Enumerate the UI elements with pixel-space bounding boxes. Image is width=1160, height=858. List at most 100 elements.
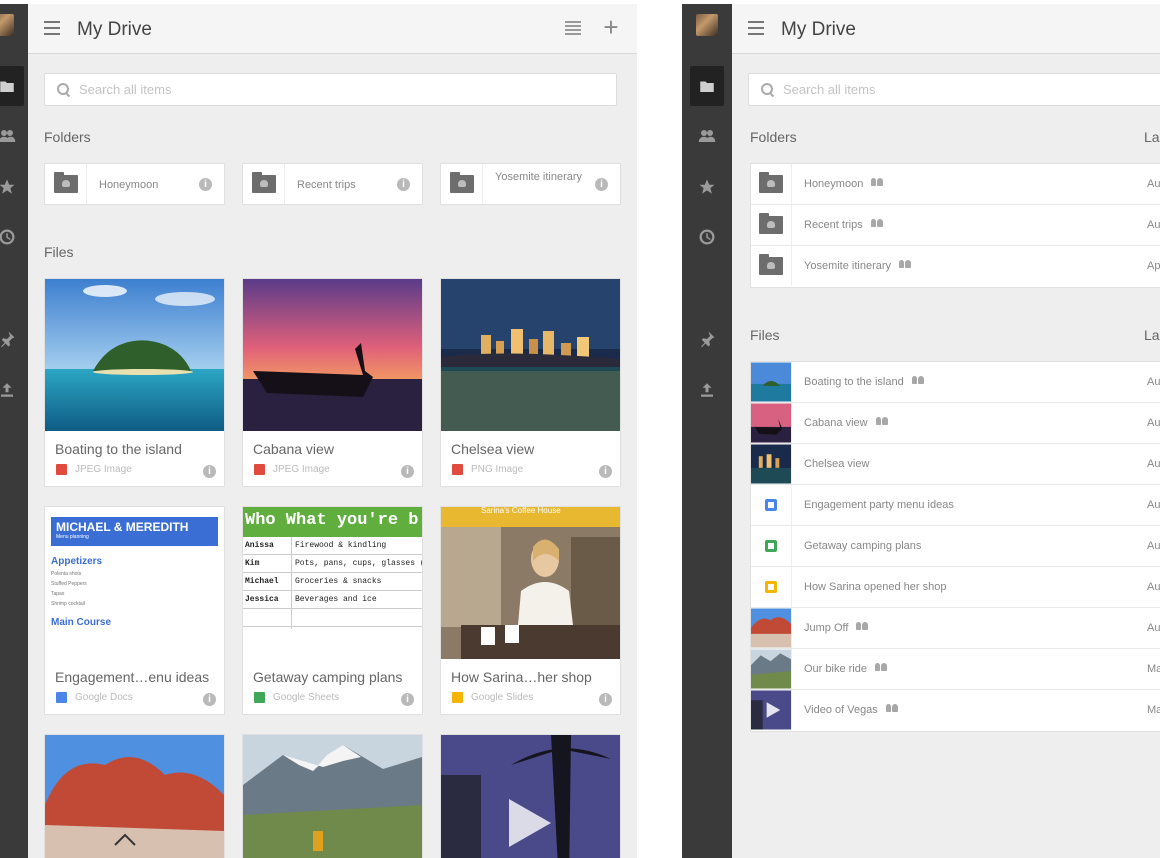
file-card[interactable]: MICHAEL & MEREDITH Menu planning Appetize… [44,506,225,715]
shared-icon [875,417,889,425]
upload-icon[interactable] [0,370,24,410]
search-box[interactable] [44,73,617,106]
menu-icon[interactable] [748,21,764,35]
main-content: My Drive Folders La Honeymoon Au Recent … [732,4,1160,858]
add-new-icon[interactable]: + [599,14,623,40]
shared-with-me-icon[interactable] [0,116,24,156]
search-input[interactable] [783,74,1160,105]
file-thumbnail [751,362,792,402]
sheet-thumb-header: Who What you're b [243,507,422,537]
file-row[interactable]: Getaway camping plans Au [751,526,1160,567]
menu-icon[interactable] [44,21,60,35]
info-icon[interactable]: i [203,465,216,478]
folder-tile[interactable]: Yosemite itinerary i [440,163,621,205]
file-date: Ma [1147,663,1160,675]
drive-list-screen: My Drive Folders La Honeymoon Au Recent … [682,4,1160,858]
file-name: Cabana view [804,417,868,429]
starred-icon[interactable] [690,167,724,207]
folder-tile[interactable]: Recent trips i [242,163,423,205]
file-row[interactable]: How Sarina opened her shop Au [751,567,1160,608]
folder-row[interactable]: Recent trips Au [751,205,1160,246]
folder-icon [751,205,792,245]
my-drive-nav-icon[interactable] [0,66,24,106]
file-row[interactable]: Jump Off Au [751,608,1160,649]
file-date: Au [1147,417,1160,429]
file-row[interactable]: Boating to the island Au [751,362,1160,403]
file-name: Getaway camping plans [804,540,922,552]
file-type: Google Slides [471,692,534,703]
image-type-icon [452,464,463,475]
file-card[interactable]: Boating to the island JPEG Image i [44,278,225,487]
file-name: Engagement party menu ideas [804,499,954,511]
starred-icon[interactable] [0,167,24,207]
file-row[interactable]: Engagement party menu ideas Au [751,485,1160,526]
shared-icon [874,663,888,671]
last-modified-column-header[interactable]: La [1144,327,1160,343]
slides-type-icon [751,567,792,607]
folder-row[interactable]: Yosemite itinerary Ap [751,246,1160,287]
folder-icon [751,246,792,286]
file-card[interactable]: Chelsea view PNG Image i [440,278,621,487]
info-icon[interactable]: i [401,465,414,478]
nav-rail [0,4,28,858]
last-modified-column-header[interactable]: La [1144,129,1160,145]
nav-rail [682,4,732,858]
file-date: Au [1147,458,1160,470]
folder-date: Ap [1147,260,1160,272]
top-bar: My Drive [732,4,1160,54]
folder-row[interactable]: Honeymoon Au [751,164,1160,205]
file-card[interactable]: Who What you're b Anissa Firewood & kindl… [242,506,423,715]
search-input[interactable] [79,74,608,105]
folder-name: Yosemite itinerary [804,260,892,272]
upload-icon[interactable] [690,370,724,410]
info-icon[interactable]: i [401,693,414,706]
docs-type-icon [751,485,792,525]
avatar[interactable] [696,14,718,36]
file-row[interactable]: Chelsea view Au [751,444,1160,485]
main-content: My Drive + Folders Honeymoon i Recent tr… [28,4,637,858]
info-icon[interactable]: i [203,693,216,706]
file-row[interactable]: Cabana view Au [751,403,1160,444]
file-row[interactable]: Our bike ride Ma [751,649,1160,690]
sheet-thumb-cell: Groceries & snacks [295,577,382,586]
sheets-type-icon [751,526,792,566]
info-icon[interactable]: i [199,178,212,191]
info-icon[interactable]: i [397,178,410,191]
recent-clock-icon[interactable] [690,217,724,257]
my-drive-nav-icon[interactable] [690,66,724,106]
folder-name: Recent trips [804,219,863,231]
file-type: Google Docs [75,692,133,703]
file-name: Cabana view [253,441,334,457]
search-icon [57,83,71,97]
page-title: My Drive [781,19,856,40]
list-view-icon[interactable] [565,21,581,35]
file-card[interactable] [242,734,423,858]
file-card[interactable] [44,734,225,858]
file-name: Boating to the island [804,376,904,388]
recent-clock-icon[interactable] [0,217,24,257]
file-card[interactable]: Cabana view JPEG Image i [242,278,423,487]
file-thumbnail: Sarina's Coffee House [441,507,620,659]
file-row[interactable]: Video of Vegas Ma [751,690,1160,731]
file-thumbnail: MICHAEL & MEREDITH Menu planning Appetize… [45,507,224,659]
file-card[interactable]: Sarina's Coffee House How Sarina…her sho… [440,506,621,715]
file-name: Chelsea view [804,458,870,470]
doc-thumb-line: Tapas [51,591,65,597]
info-icon[interactable]: i [599,465,612,478]
shared-with-me-icon[interactable] [690,116,724,156]
file-thumbnail [45,279,224,431]
file-card[interactable] [440,734,621,858]
info-icon[interactable]: i [595,178,608,191]
file-thumbnail [751,403,792,443]
search-box[interactable] [748,73,1160,106]
file-thumbnail [45,735,224,858]
sheet-thumb-cell: Firewood & kindling [295,541,387,550]
pin-offline-icon[interactable] [690,319,724,359]
folder-tile[interactable]: Honeymoon i [44,163,225,205]
avatar[interactable] [0,14,14,36]
info-icon[interactable]: i [599,693,612,706]
folders-label: Folders [44,129,91,145]
app-root: My Drive + Folders Honeymoon i Recent tr… [0,0,1160,858]
sheet-thumb-cell: Beverages and ice [295,595,377,604]
pin-offline-icon[interactable] [0,319,24,359]
